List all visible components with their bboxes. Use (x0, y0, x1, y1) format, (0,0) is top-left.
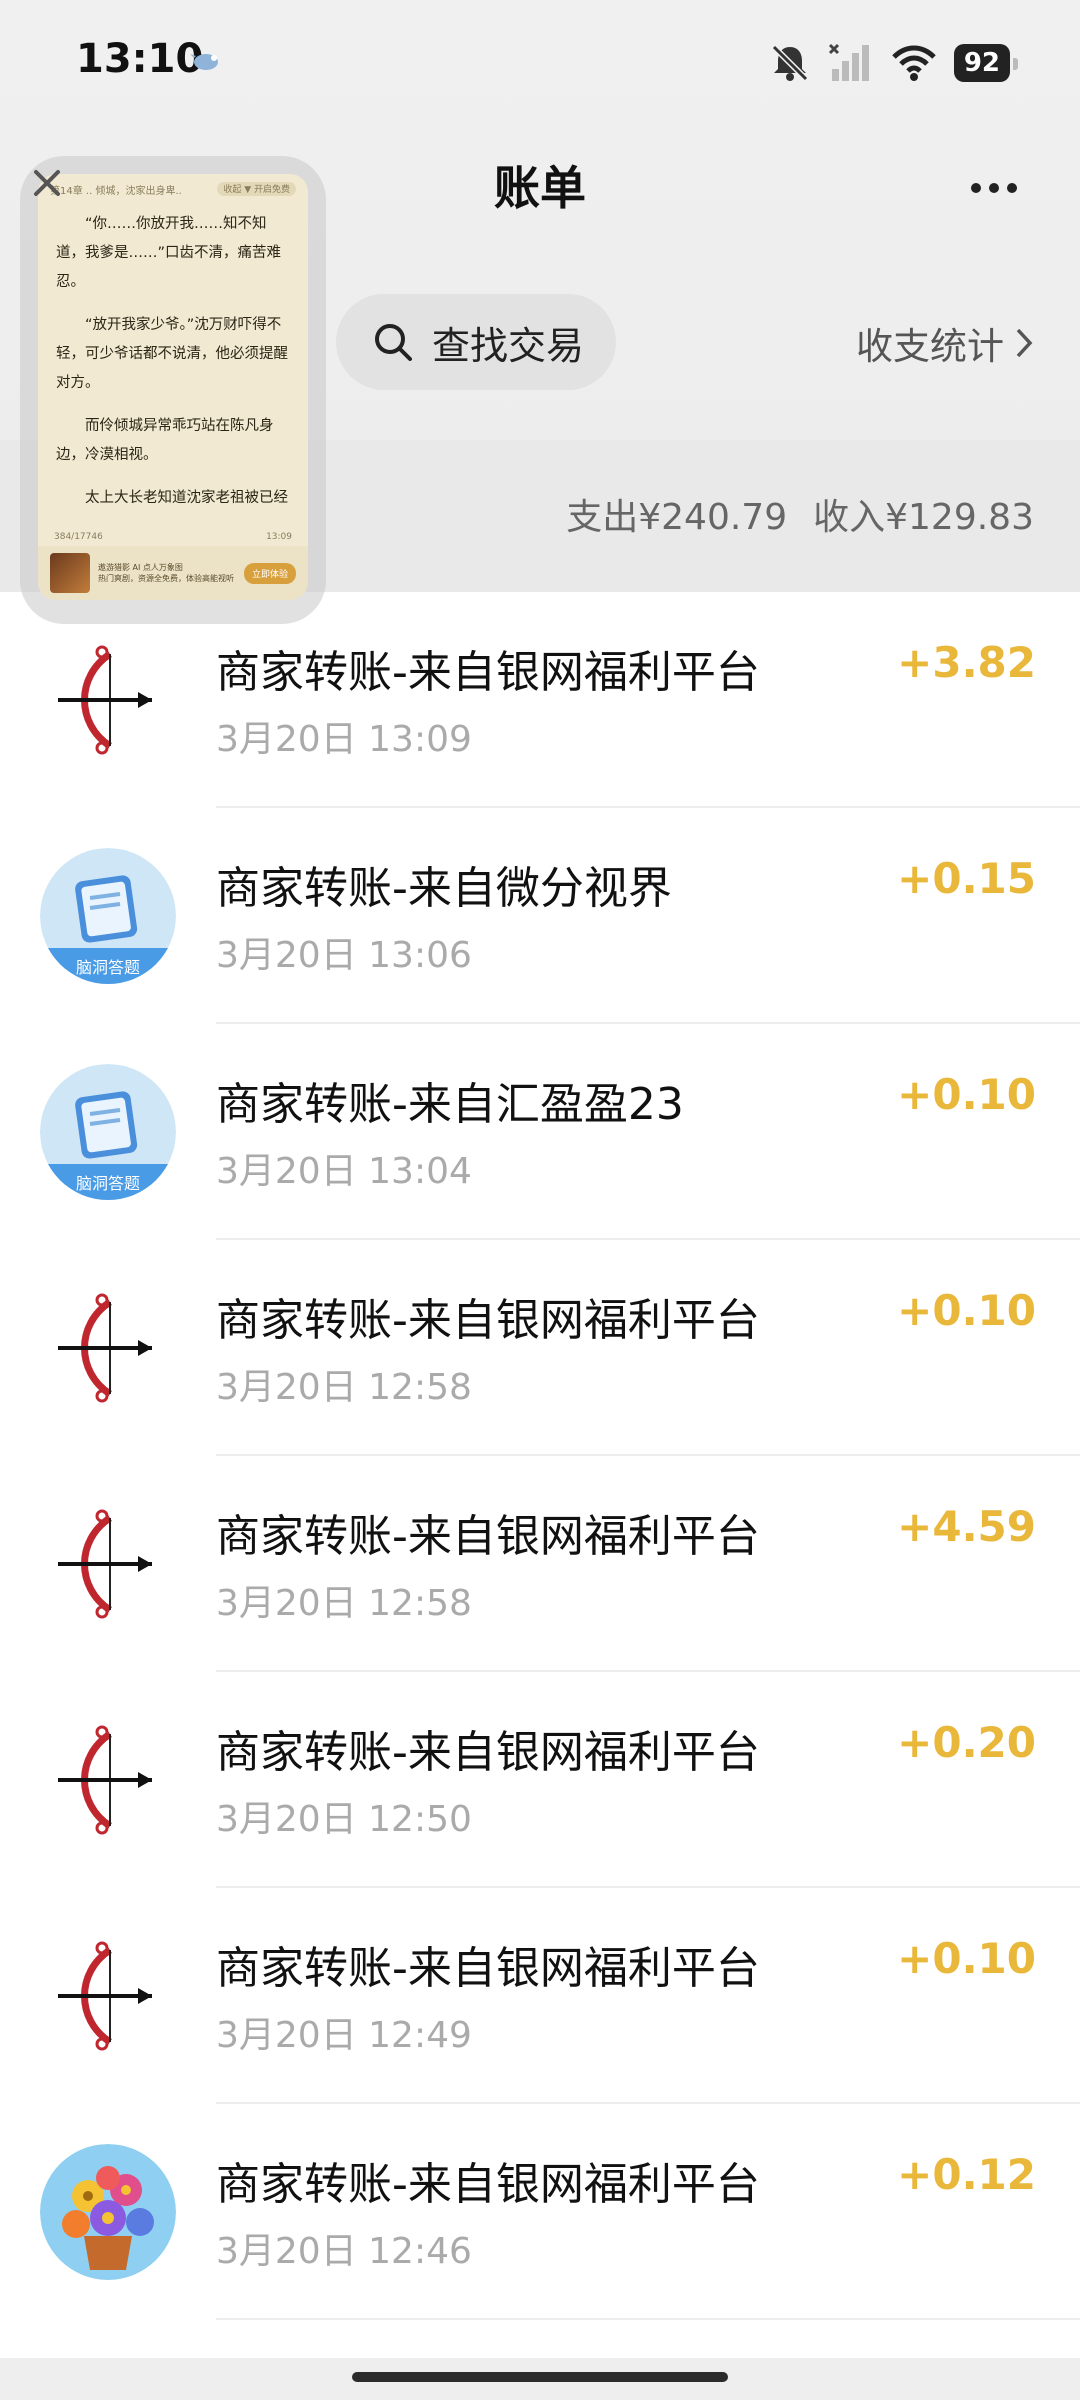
reader-paragraph: 太上大长老知道沈家老祖被已经 (85, 490, 288, 506)
divider (216, 2318, 1080, 2320)
transaction-row[interactable]: 脑洞答题 商家转账-来自微分视界 3月20日 13:06 +0.15 (0, 808, 1080, 1024)
wifi-icon (892, 45, 936, 81)
transaction-title: 商家转账-来自汇盈盈23 (216, 1079, 684, 1130)
avatar-caption: 脑洞答题 (76, 1174, 140, 1193)
ad-text: 遨游猎影 AI 点人万象图 热门爽剧，资源全免费，体验高能视听 (98, 562, 236, 584)
notification-bird-icon (190, 54, 218, 70)
transaction-amount: +0.15 (897, 854, 1036, 903)
transaction-row[interactable]: 商家转账-来自银网福利平台 3月20日 12:46 +0.12 (0, 2104, 1080, 2320)
mute-icon (771, 44, 808, 82)
transaction-amount: +0.10 (897, 1934, 1036, 1983)
ad-desc: 热门爽剧，资源全免费，体验高能视听 (98, 574, 234, 583)
reader-progress: 384/17746 (54, 532, 103, 542)
battery-icon: 92 (953, 44, 1019, 82)
status-time: 13:10 (76, 36, 204, 82)
floating-reader-window[interactable]: 第14章 .. 倾城，沈家出身卑.. 收起 ▼ 开启免费 “你……你放开我……知… (20, 156, 326, 624)
reader-chip[interactable]: 收起 ▼ 开启免费 (217, 182, 296, 196)
bow-arrow-icon (40, 1928, 176, 2064)
transaction-time: 3月20日 13:04 (216, 1151, 472, 1192)
bow-arrow-icon (40, 1280, 176, 1416)
transaction-row[interactable]: 商家转账-来自银网福利平台 3月20日 12:58 +4.59 (0, 1456, 1080, 1672)
search-transaction-button[interactable]: 查找交易 (336, 294, 616, 390)
avatar-caption: 脑洞答题 (76, 958, 140, 977)
transaction-time: 3月20日 12:49 (216, 2015, 472, 2056)
transaction-time: 3月20日 12:50 (216, 1799, 472, 1840)
transaction-title: 商家转账-来自银网福利平台 (216, 1511, 760, 1562)
transaction-row[interactable]: 脑洞答题 商家转账-来自汇盈盈23 3月20日 13:04 +0.10 (0, 1024, 1080, 1240)
reader-clock: 13:09 (266, 532, 292, 542)
transaction-list: 商家转账-来自银网福利平台 3月20日 13:09 +3.82 脑洞答题 商家转… (0, 592, 1080, 2320)
status-bar: 13:10 92 (0, 0, 1080, 120)
transaction-title: 商家转账-来自银网福利平台 (216, 647, 760, 698)
transaction-amount: +0.10 (897, 1070, 1036, 1119)
expense-total: 支出¥240.79 (566, 497, 788, 538)
transaction-time: 3月20日 12:46 (216, 2231, 472, 2272)
transaction-time: 3月20日 12:58 (216, 1367, 472, 1408)
reader-paragraph: “你……你放开我……知不知道，我爹是……”口齿不清，痛苦难忍。 (56, 216, 282, 290)
more-icon[interactable] (964, 168, 1024, 208)
transaction-title: 商家转账-来自银网福利平台 (216, 2159, 760, 2210)
transaction-amount: +0.20 (897, 1718, 1036, 1767)
ad-thumbnail (50, 553, 90, 593)
close-icon[interactable] (30, 166, 64, 200)
transaction-row[interactable]: 商家转账-来自银网福利平台 3月20日 12:49 +0.10 (0, 1888, 1080, 2104)
chevron-right-icon (1016, 328, 1033, 358)
transaction-title: 商家转账-来自银网福利平台 (216, 1943, 760, 1994)
transaction-title: 商家转账-来自银网福利平台 (216, 1295, 760, 1346)
monthly-summary: 支出¥240.79 收入¥129.83 (566, 488, 1034, 540)
reader-chapter: 第14章 .. 倾城，沈家出身卑.. (50, 186, 182, 197)
transaction-amount: +4.59 (897, 1502, 1036, 1551)
search-icon (375, 324, 412, 361)
transaction-title: 商家转账-来自微分视界 (216, 863, 672, 914)
transaction-row[interactable]: 商家转账-来自银网福利平台 3月20日 13:09 +3.82 (0, 592, 1080, 808)
reader-ad[interactable]: 遨游猎影 AI 点人万象图 热门爽剧，资源全免费，体验高能视听 立即体验 (38, 546, 308, 600)
stats-label: 收支统计 (856, 325, 1004, 368)
signal-icon (828, 43, 869, 81)
bow-arrow-icon (40, 632, 176, 768)
bow-arrow-icon (40, 1496, 176, 1632)
status-icons: 92 (768, 38, 1019, 88)
transaction-time: 3月20日 12:58 (216, 1583, 472, 1624)
transaction-time: 3月20日 13:06 (216, 935, 472, 976)
reader-top-bar: 第14章 .. 倾城，沈家出身卑.. 收起 ▼ 开启免费 (38, 174, 308, 204)
transaction-amount: +3.82 (897, 638, 1036, 687)
ad-button[interactable]: 立即体验 (243, 562, 296, 584)
income-total: 收入¥129.83 (813, 497, 1034, 538)
bow-arrow-icon (40, 1712, 176, 1848)
transaction-time: 3月20日 13:09 (216, 719, 472, 760)
reader-footer: 384/17746 13:09 (54, 532, 292, 542)
reader-paragraph: “放开我家少爷。”沈万财吓得不轻，可少爷话都不说清，他必须提醒对方。 (56, 317, 288, 391)
search-label: 查找交易 (432, 323, 585, 368)
book-quiz-icon: 脑洞答题 (40, 1064, 176, 1200)
transaction-row[interactable]: 商家转账-来自银网福利平台 3月20日 12:50 +0.20 (0, 1672, 1080, 1888)
book-quiz-icon: 脑洞答题 (40, 848, 176, 984)
reader-text: “你……你放开我……知不知道，我爹是……”口齿不清，痛苦难忍。 “放开我家少爷。… (38, 204, 308, 513)
stats-link[interactable]: 收支统计 (856, 316, 1034, 370)
reader-paragraph: 而伶倾城异常乖巧站在陈凡身边，冷漠相视。 (56, 418, 274, 463)
transaction-row[interactable]: 商家转账-来自银网福利平台 3月20日 12:58 +0.10 (0, 1240, 1080, 1456)
transaction-title: 商家转账-来自银网福利平台 (216, 1727, 760, 1778)
transaction-amount: +0.10 (897, 1286, 1036, 1335)
reader-content: 第14章 .. 倾城，沈家出身卑.. 收起 ▼ 开启免费 “你……你放开我……知… (38, 174, 308, 600)
home-indicator[interactable] (352, 2372, 728, 2382)
flower-pot-icon (40, 2144, 176, 2280)
ad-title: 遨游猎影 AI 点人万象图 (98, 563, 183, 572)
transaction-amount: +0.12 (897, 2150, 1036, 2199)
